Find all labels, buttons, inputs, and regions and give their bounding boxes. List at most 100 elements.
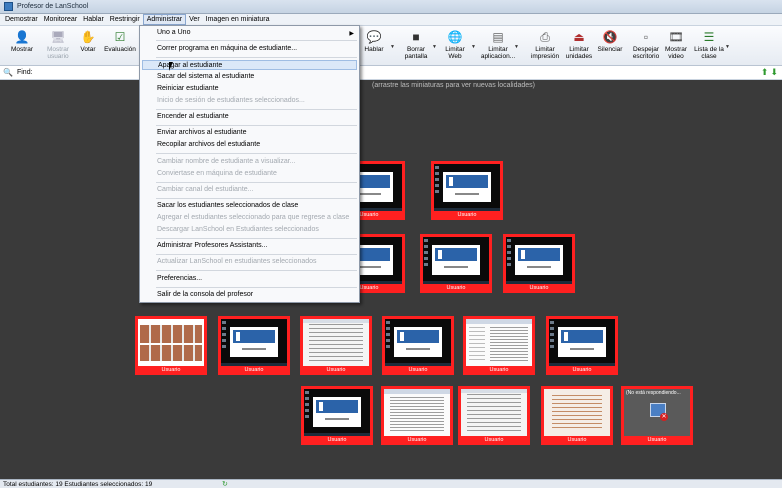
status-bar: Total estudiantes: 19 Estudiantes selecc… <box>0 479 782 488</box>
arrow-down-icon[interactable]: ⬇ <box>770 67 778 78</box>
arrow-up-icon[interactable]: ⬆ <box>761 67 769 78</box>
borrar-pantalla-label: Borrar pantalla <box>404 46 428 60</box>
menu-item-agregar-a-clase[interactable]: Agregar el estudiantes seleccionado para… <box>157 213 349 223</box>
menu-item-reiniciar-estudiante[interactable]: Reiniciar estudiante <box>157 84 218 94</box>
menu-item-sacar-del-sistema[interactable]: Sacar del sistema al estudiante <box>157 72 254 82</box>
silenciar-button[interactable]: 🔇 Silenciar <box>592 28 628 64</box>
menu-demostrar[interactable]: Demostrar <box>2 14 41 25</box>
thumbnail-screen <box>549 319 615 366</box>
limitar-impresion-button[interactable]: ⎙ Limitar impresión <box>527 28 563 64</box>
menu-item-recopilar-archivos[interactable]: Recopilar archivos del estudiante <box>157 140 260 150</box>
blank-screen-icon: ■ <box>412 30 420 44</box>
mostrar-button[interactable]: 👤 Mostrar <box>4 28 40 64</box>
menu-item-preferencias[interactable]: Preferencias... <box>157 274 202 284</box>
menu-item-uno-a-uno[interactable]: Uno a Uno <box>157 28 357 38</box>
thumbnail-caption: Usuario <box>408 367 428 373</box>
student-thumbnail[interactable]: Usuario <box>301 386 373 445</box>
lista-de-la-clase-button[interactable]: ☰ Lista de la clase ▼ <box>691 28 730 64</box>
chevron-down-icon[interactable]: ▼ <box>390 44 395 50</box>
student-thumbnail[interactable]: Usuario <box>381 386 453 445</box>
student-thumbnail[interactable]: Usuario <box>463 316 535 375</box>
menu-separator <box>156 182 357 183</box>
student-thumbnail[interactable]: Usuario <box>382 316 454 375</box>
hablar-button[interactable]: 💬 Hablar ▼ <box>356 28 395 64</box>
limitar-aplicaciones-button[interactable]: ▤ Limitar aplicacion... ▼ <box>480 28 519 64</box>
mute-icon: 🔇 <box>602 30 618 44</box>
thumbnail-workspace[interactable]: (arrastre las miniaturas para ver nuevas… <box>0 80 782 479</box>
menu-item-enviar-archivos[interactable]: Enviar archivos al estudiante <box>157 128 247 138</box>
menu-hablar[interactable]: Hablar <box>80 14 107 25</box>
mostrar-video-button[interactable]: 🎞 Mostrar video <box>658 28 694 64</box>
thumbnail-screen <box>461 389 527 436</box>
menu-item-encender-estudiante[interactable]: Encender al estudiante <box>157 112 229 122</box>
thumbnail-caption: Usuario <box>529 285 549 291</box>
menu-item-inicio-de-sesion[interactable]: Inicio de sesión de estudiantes seleccio… <box>157 96 305 106</box>
menu-ver[interactable]: Ver <box>186 14 203 25</box>
evaluacion-button[interactable]: ☑ Evaluación <box>102 28 138 64</box>
mouse-cursor-icon <box>169 62 173 71</box>
thumbnail-screen <box>221 319 287 366</box>
status-text: Total estudiantes: 19 Estudiantes selecc… <box>3 480 153 488</box>
menu-item-actualizar-lanschool[interactable]: Actualizar LanSchool en estudiantes sele… <box>157 257 317 267</box>
app-icon <box>4 2 13 11</box>
menu-item-cambiar-canal[interactable]: Cambiar canal del estudiante... <box>157 185 254 195</box>
student-thumbnail[interactable]: Usuario <box>503 234 575 293</box>
video-icon: 🎞 <box>668 30 684 44</box>
votar-label: Votar <box>80 46 96 53</box>
thumbnail-screen <box>303 319 369 366</box>
menu-item-salir-consola[interactable]: Salir de la consola del profesor <box>157 290 253 300</box>
vote-icon: ✋ <box>80 30 96 44</box>
student-thumbnail[interactable]: Usuario <box>541 386 613 445</box>
menu-item-conviertase-maquina[interactable]: Conviertase en máquina de estudiante <box>157 169 277 179</box>
thumbnail-caption: Usuario <box>446 285 466 291</box>
votar-button[interactable]: ✋ Votar <box>70 28 106 64</box>
thumbnail-caption: Usuario <box>572 367 592 373</box>
thumbnail-screen <box>423 237 489 284</box>
thumbnail-caption: Usuario <box>244 367 264 373</box>
scroll-arrows: ⬆ ⬇ <box>761 67 778 78</box>
borrar-pantalla-button[interactable]: ■ Borrar pantalla ▼ <box>398 28 437 64</box>
student-thumbnail[interactable]: Usuario <box>420 234 492 293</box>
limitar-web-button[interactable]: 🌐 Limitar Web ▼ <box>437 28 476 64</box>
chevron-down-icon[interactable]: ▼ <box>514 44 519 50</box>
menu-item-sacar-de-clase[interactable]: Sacar los estudiantes seleccionados de c… <box>157 201 298 211</box>
web-limit-icon: 🌐 <box>447 30 463 44</box>
menu-separator <box>156 40 357 41</box>
menu-item-apagar-estudiante[interactable]: Apagar al estudiante <box>142 60 357 70</box>
menu-separator <box>156 109 357 110</box>
error-icon: ✕ <box>660 413 668 421</box>
menu-separator <box>156 238 357 239</box>
menu-restringir[interactable]: Restringir <box>107 14 143 25</box>
menu-bar: Demostrar Monitorear Hablar Restringir A… <box>0 14 782 26</box>
chevron-down-icon[interactable]: ▼ <box>471 44 476 50</box>
limitar-aplicaciones-label: Limitar aplicacion... <box>480 46 516 60</box>
student-thumbnail[interactable]: Usuario <box>458 386 530 445</box>
refresh-icon[interactable]: ↻ <box>222 480 228 488</box>
menu-separator <box>156 57 357 58</box>
student-thumbnail-not-responding[interactable]: (No está respondiendo... ✕ Usuario <box>621 386 693 445</box>
menu-monitorear[interactable]: Monitorear <box>41 14 80 25</box>
presenter-icon: 👤 <box>14 30 30 44</box>
title-bar: Profesor de LanSchool <box>0 0 782 14</box>
chevron-down-icon[interactable]: ▼ <box>725 44 730 50</box>
thumbnail-caption: Usuario <box>327 437 347 443</box>
thumbnail-screen <box>304 389 370 436</box>
student-thumbnail[interactable]: Usuario <box>431 161 503 220</box>
class-list-icon: ☰ <box>703 30 715 44</box>
thumbnail-caption: Usuario <box>489 367 509 373</box>
student-thumbnail[interactable]: Usuario <box>135 316 207 375</box>
student-thumbnail[interactable]: Usuario <box>300 316 372 375</box>
menu-item-administrar-profesores[interactable]: Administrar Profesores Assistants... <box>157 241 267 251</box>
student-thumbnail[interactable]: Usuario <box>218 316 290 375</box>
student-thumbnail[interactable]: Usuario <box>546 316 618 375</box>
menu-item-descargar-lanschool[interactable]: Descargar LanSchool en Estudiantes selec… <box>157 225 319 235</box>
menu-administrar[interactable]: Administrar <box>142 14 187 25</box>
test-icon: ☑ <box>114 30 126 44</box>
menu-item-correr-programa[interactable]: Correr programa en máquina de estudiante… <box>157 44 297 54</box>
window-title: Profesor de LanSchool <box>17 3 89 10</box>
user-screen-icon: 🖥 <box>50 30 66 44</box>
thumbnail-caption: Usuario <box>647 437 667 443</box>
menu-item-cambiar-nombre[interactable]: Cambiar nombre de estudiante a visualiza… <box>157 157 296 167</box>
silenciar-label: Silenciar <box>597 46 623 53</box>
menu-imagen-en-miniatura[interactable]: Imagen en miniatura <box>203 14 273 25</box>
